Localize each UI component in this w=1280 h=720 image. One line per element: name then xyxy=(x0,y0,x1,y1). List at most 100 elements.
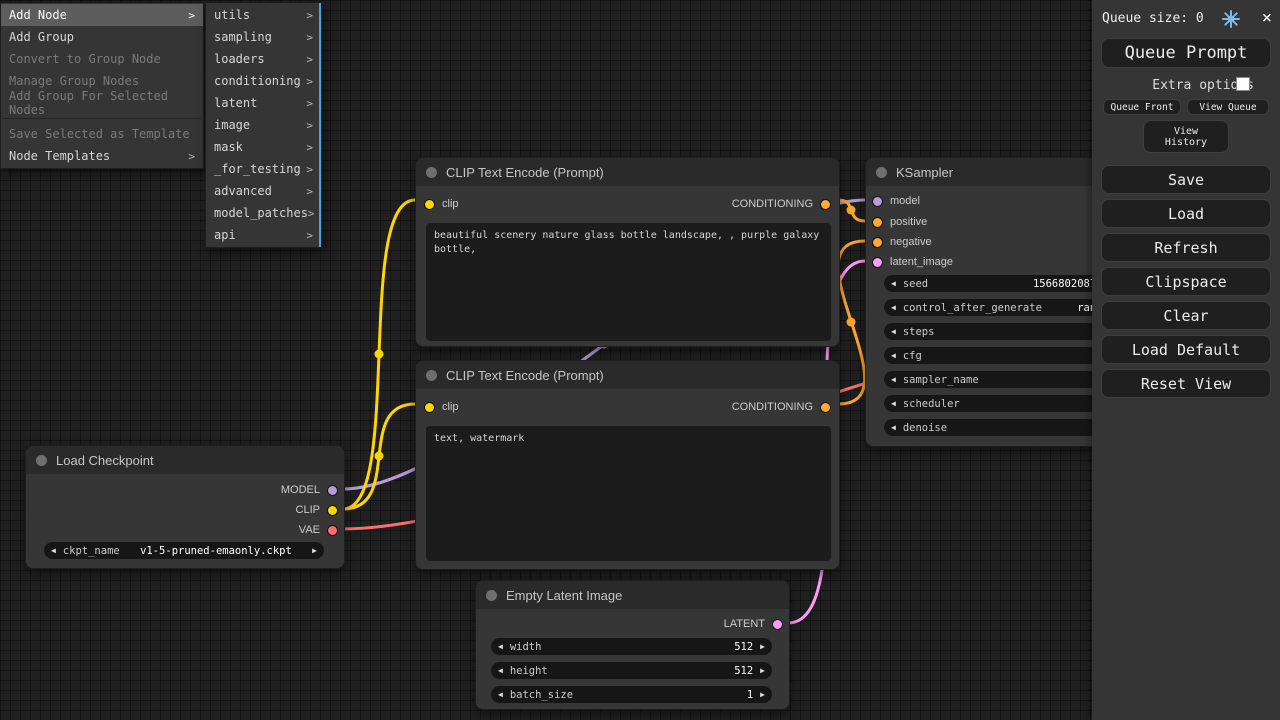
clipspace-button[interactable]: Clipspace xyxy=(1101,267,1271,296)
submenu-item-advanced[interactable]: advanced > xyxy=(206,180,321,202)
decrement-arrow[interactable]: ◀ xyxy=(891,395,896,412)
queue-size-label: Queue size: 0 xyxy=(1102,11,1204,26)
output-label: VAE xyxy=(299,524,320,536)
submenu-arrow-icon: > xyxy=(306,97,313,110)
node-empty-latent-image[interactable]: Empty Latent Image LATENT ◀ width 512 ▶ … xyxy=(475,580,790,710)
input-slot-clip[interactable] xyxy=(424,402,435,413)
submenu-item-conditioning[interactable]: conditioning > xyxy=(206,70,321,92)
decrement-arrow[interactable]: ◀ xyxy=(498,662,503,679)
node-title: KSampler xyxy=(896,165,953,180)
collapse-dot[interactable] xyxy=(876,167,887,178)
submenu-item-latent[interactable]: latent > xyxy=(206,92,321,114)
output-slot-conditioning[interactable] xyxy=(820,402,831,413)
output-label: CONDITIONING xyxy=(732,198,813,210)
submenu-item-api[interactable]: api > xyxy=(206,224,321,246)
collapse-dot[interactable] xyxy=(486,590,497,601)
output-slot-latent[interactable] xyxy=(772,619,783,630)
widget-height[interactable]: ◀ height 512 ▶ xyxy=(491,662,772,679)
refresh-button[interactable]: Refresh xyxy=(1101,233,1271,262)
decrement-arrow[interactable]: ◀ xyxy=(891,419,896,436)
decrement-arrow[interactable]: ◀ xyxy=(891,371,896,388)
load-button[interactable]: Load xyxy=(1101,199,1271,228)
input-slot-positive[interactable] xyxy=(872,217,883,228)
queue-front-button[interactable]: Queue Front xyxy=(1103,99,1181,115)
input-row: positive xyxy=(872,216,927,228)
decrement-arrow[interactable]: ◀ xyxy=(891,347,896,364)
output-label: CLIP xyxy=(296,504,320,516)
input-row: negative xyxy=(872,236,932,248)
decrement-arrow[interactable]: ◀ xyxy=(891,323,896,340)
view-queue-button[interactable]: View Queue xyxy=(1187,99,1269,115)
output-label: MODEL xyxy=(281,484,320,496)
reset-view-button[interactable]: Reset View xyxy=(1101,369,1271,398)
menu-item-label: _for_testing xyxy=(214,162,301,176)
save-button[interactable]: Save xyxy=(1101,165,1271,194)
output-label: CONDITIONING xyxy=(732,401,813,413)
decrement-arrow[interactable]: ◀ xyxy=(891,299,896,316)
widget-batch-size[interactable]: ◀ batch_size 1 ▶ xyxy=(491,686,772,703)
widget-width[interactable]: ◀ width 512 ▶ xyxy=(491,638,772,655)
menu-item-label: latent xyxy=(214,96,257,110)
widget-label: height xyxy=(510,665,548,677)
input-slot-latent-image[interactable] xyxy=(872,257,883,268)
menu-item-label: conditioning xyxy=(214,74,301,88)
submenu-item-sampling[interactable]: sampling > xyxy=(206,26,321,48)
widget-value: 1566802087 xyxy=(1033,278,1096,290)
decrement-arrow[interactable]: ◀ xyxy=(498,686,503,703)
settings-gear-icon[interactable] xyxy=(1222,10,1240,28)
increment-arrow[interactable]: ▶ xyxy=(312,542,317,559)
submenu-item-loaders[interactable]: loaders > xyxy=(206,48,321,70)
node-clip-text-encode-negative[interactable]: CLIP Text Encode (Prompt) clip CONDITION… xyxy=(415,360,840,570)
node-title-bar[interactable]: CLIP Text Encode (Prompt) xyxy=(416,361,839,389)
input-slot-clip[interactable] xyxy=(424,199,435,210)
widget-label: batch_size xyxy=(510,689,573,701)
node-title-bar[interactable]: Empty Latent Image xyxy=(476,581,789,609)
prompt-textarea[interactable]: text, watermark xyxy=(426,426,831,561)
collapse-dot[interactable] xyxy=(426,167,437,178)
input-slot-negative[interactable] xyxy=(872,237,883,248)
submenu-item-mask[interactable]: mask > xyxy=(206,136,321,158)
collapse-dot[interactable] xyxy=(36,455,47,466)
menu-item-add-group[interactable]: Add Group xyxy=(1,26,203,48)
clear-button[interactable]: Clear xyxy=(1101,301,1271,330)
increment-arrow[interactable]: ▶ xyxy=(760,662,765,679)
node-clip-text-encode-positive[interactable]: CLIP Text Encode (Prompt) clip CONDITION… xyxy=(415,157,840,347)
decrement-arrow[interactable]: ◀ xyxy=(891,275,896,292)
decrement-arrow[interactable]: ◀ xyxy=(498,638,503,655)
view-history-button[interactable]: View History xyxy=(1143,120,1229,153)
menu-item-label: Node Templates xyxy=(9,149,110,163)
menu-item-add-node[interactable]: Add Node > xyxy=(1,4,203,26)
submenu-scrollbar[interactable] xyxy=(319,3,321,247)
node-title-bar[interactable]: CLIP Text Encode (Prompt) xyxy=(416,158,839,186)
output-slot-conditioning[interactable] xyxy=(820,199,831,210)
node-load-checkpoint[interactable]: Load Checkpoint MODEL CLIP VAE ◀ ckpt_na… xyxy=(25,445,345,569)
increment-arrow[interactable]: ▶ xyxy=(760,686,765,703)
extra-options-checkbox[interactable] xyxy=(1236,77,1250,91)
node-title-bar[interactable]: Load Checkpoint xyxy=(26,446,344,474)
submenu-item-image[interactable]: image > xyxy=(206,114,321,136)
link-midpoint-dot xyxy=(375,452,384,461)
submenu-item-utils[interactable]: utils > xyxy=(206,4,321,26)
submenu-item-for-testing[interactable]: _for_testing > xyxy=(206,158,321,180)
input-slot-model[interactable] xyxy=(872,196,883,207)
menu-item-label: Add Group For Selected Nodes xyxy=(9,89,195,117)
load-default-button[interactable]: Load Default xyxy=(1101,335,1271,364)
prompt-textarea[interactable]: beautiful scenery nature glass bottle la… xyxy=(426,223,831,341)
menu-item-node-templates[interactable]: Node Templates > xyxy=(1,145,203,167)
widget-ckpt-name[interactable]: ◀ ckpt_name v1-5-pruned-emaonly.ckpt ▶ xyxy=(44,542,324,559)
submenu-item-model-patches[interactable]: model_patches > xyxy=(206,202,321,224)
increment-arrow[interactable]: ▶ xyxy=(760,638,765,655)
menu-item-label: loaders xyxy=(214,52,265,66)
extra-options-label: Extra options xyxy=(1106,78,1254,93)
close-icon[interactable]: × xyxy=(1262,8,1272,28)
output-slot-clip[interactable] xyxy=(327,505,338,516)
decrement-arrow[interactable]: ◀ xyxy=(51,542,56,559)
queue-prompt-button[interactable]: Queue Prompt xyxy=(1101,38,1271,68)
output-slot-model[interactable] xyxy=(327,485,338,496)
collapse-dot[interactable] xyxy=(426,370,437,381)
input-label: negative xyxy=(890,236,932,248)
submenu-arrow-icon: > xyxy=(306,31,313,44)
submenu-arrow-icon: > xyxy=(306,53,313,66)
output-slot-vae[interactable] xyxy=(327,525,338,536)
submenu-arrow-icon: > xyxy=(188,9,195,22)
